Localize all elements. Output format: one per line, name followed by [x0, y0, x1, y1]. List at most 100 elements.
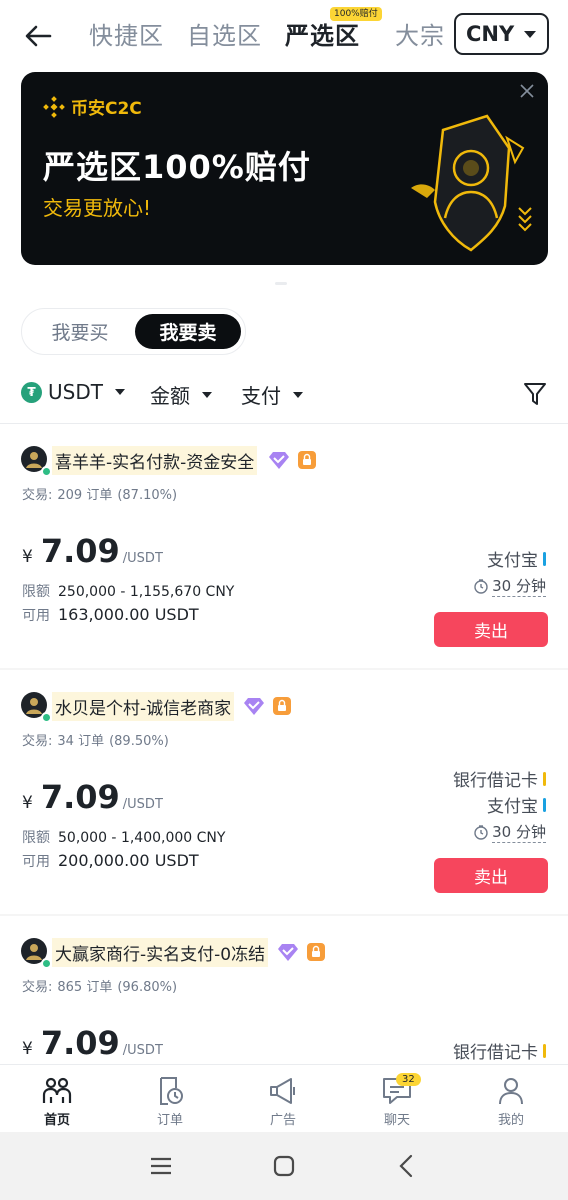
completion-rate: (87.10%) [117, 488, 178, 503]
limit-label: 限额 [22, 830, 50, 846]
sell-option[interactable]: 我要卖 [135, 314, 241, 349]
banner-pager [275, 282, 287, 285]
payment-method-label: 银行借记卡 [453, 771, 538, 791]
brand: 币安C2C [43, 94, 142, 119]
tab-quick[interactable]: 快捷区 [89, 16, 164, 51]
asset-filter[interactable]: ₮ USDT [21, 380, 125, 404]
ad-card[interactable]: 大赢家商行-实名支付-0冻结 交易: 865 订单 (96.80%) ¥ 7.09 … [0, 916, 568, 1064]
payment-color-bar [543, 551, 546, 566]
filter-bar: ₮ USDT 金额 支付 [0, 376, 568, 412]
online-indicator [41, 958, 52, 969]
sell-button[interactable]: 卖出 [434, 612, 548, 647]
diamond-badge-icon [278, 944, 298, 961]
tab-home[interactable]: 首页 [17, 1075, 97, 1128]
home-icon [42, 1077, 72, 1103]
price-unit: /USDT [122, 551, 163, 566]
trade-stats: 交易: 34 订单 (89.50%) [22, 730, 174, 749]
binance-logo-icon [43, 95, 65, 118]
currency-symbol: ¥ [22, 1039, 33, 1059]
available-value: 200,000.00 USDT [58, 851, 199, 870]
buy-option[interactable]: 我要买 [27, 314, 133, 349]
payment-method: 银行借记卡 [453, 1038, 546, 1063]
amount-filter[interactable]: 金额 [150, 380, 212, 409]
limit-value: 250,000 - 1,155,670 CNY [58, 584, 235, 600]
tab-profile-label: 我的 [497, 1113, 524, 1128]
completion-rate: (89.50%) [109, 734, 169, 749]
payment-time: 30 分钟 [473, 575, 546, 597]
tab-ads[interactable]: 广告 [243, 1075, 323, 1128]
available-row: 可用 200,000.00 USDT [22, 851, 199, 871]
tab-orders[interactable]: 订单 [130, 1075, 210, 1128]
tab-profile[interactable]: 我的 [471, 1075, 551, 1128]
brand-name: 币安C2C [71, 99, 142, 119]
payment-method: 银行借记卡 [453, 766, 546, 791]
profile-icon [499, 1078, 523, 1105]
payment-filter-label: 支付 [241, 384, 281, 408]
caret-down-icon [202, 391, 212, 398]
trades-label: 交易: [22, 980, 53, 995]
merchant-name[interactable]: 大赢家商行-实名支付-0冻结 [52, 938, 269, 967]
completion-rate: (96.80%) [117, 980, 178, 995]
back-arrow-icon[interactable] [20, 18, 56, 54]
limit-row: 限额 50,000 - 1,400,000 CNY [22, 827, 225, 847]
trade-stats: 交易: 209 订单 (87.10%) [22, 484, 182, 503]
tab-block-trade[interactable]: 大宗 [395, 16, 445, 51]
lock-badge-icon [307, 943, 325, 961]
currency-select[interactable]: CNY [454, 13, 549, 55]
payment-method: 支付宝 [487, 546, 546, 571]
tab-ads-label: 广告 [269, 1113, 296, 1128]
trades-label: 交易: [22, 488, 53, 503]
avatar [21, 692, 52, 723]
payment-method-label: 支付宝 [487, 551, 538, 571]
available-label: 可用 [22, 854, 50, 870]
price-value: 7.09 [40, 1024, 120, 1062]
available-value: 163,000.00 USDT [58, 605, 199, 624]
trade-stats: 交易: 865 订单 (96.80%) [22, 976, 182, 995]
filter-funnel-icon[interactable] [523, 381, 547, 407]
ad-card[interactable]: 喜羊羊-实名付款-资金安全 交易: 209 订单 (87.10%) ¥ 7.09 /… [0, 424, 568, 670]
buy-sell-toggle: 我要买 我要卖 [21, 308, 246, 355]
online-indicator [41, 466, 52, 477]
tab-selected[interactable]: 严选区 [285, 16, 360, 51]
recent-apps-icon[interactable] [146, 1152, 176, 1180]
system-nav-bar [0, 1132, 568, 1200]
close-icon[interactable] [518, 82, 536, 100]
asset-filter-label: USDT [48, 380, 103, 404]
merchant-name[interactable]: 水贝是个村-诚信老商家 [52, 692, 235, 721]
payment-color-bar [543, 1043, 546, 1058]
lock-badge-icon [273, 697, 291, 715]
home-button-icon[interactable] [269, 1152, 299, 1180]
order-count: 209 订单 [57, 488, 113, 503]
megaphone-icon [270, 1078, 295, 1104]
payment-filter[interactable]: 支付 [241, 380, 303, 409]
price: ¥ 7.09 /USDT [22, 532, 163, 570]
payment-method: 支付宝 [487, 792, 546, 817]
currency-value: CNY [466, 22, 515, 46]
payment-time: 30 分钟 [473, 821, 546, 843]
merchant-name[interactable]: 喜羊羊-实名付款-资金安全 [52, 446, 258, 475]
lock-badge-icon [298, 451, 316, 469]
avatar [21, 938, 52, 969]
diamond-badge-icon [269, 452, 289, 469]
available-row: 可用 163,000.00 USDT [22, 605, 199, 625]
back-button-icon[interactable] [392, 1152, 422, 1180]
orders-icon [160, 1077, 183, 1105]
caret-down-icon [293, 391, 303, 398]
time-limit: 30 分钟 [492, 823, 546, 843]
online-indicator [41, 712, 52, 723]
ad-card[interactable]: 水贝是个村-诚信老商家 交易: 34 订单 (89.50%) ¥ 7.09 /USD… [0, 670, 568, 916]
tab-orders-label: 订单 [156, 1113, 183, 1128]
tether-icon: ₮ [21, 381, 42, 403]
chat-unread-badge: 32 [396, 1073, 421, 1086]
price-value: 7.09 [40, 532, 120, 570]
compensation-badge: 100%赔付 [330, 7, 382, 21]
limit-row: 限额 250,000 - 1,155,670 CNY [22, 581, 234, 601]
banner-title: 严选区100%赔付 [43, 148, 311, 186]
price: ¥ 7.09 /USDT [22, 1024, 163, 1062]
tab-watchlist[interactable]: 自选区 [187, 16, 262, 51]
order-count: 865 订单 [57, 980, 113, 995]
promo-banner[interactable]: 币安C2C 严选区100%赔付 交易更放心! [21, 72, 548, 265]
price-unit: /USDT [122, 1043, 163, 1058]
sell-button[interactable]: 卖出 [434, 858, 548, 893]
currency-symbol: ¥ [22, 793, 33, 813]
